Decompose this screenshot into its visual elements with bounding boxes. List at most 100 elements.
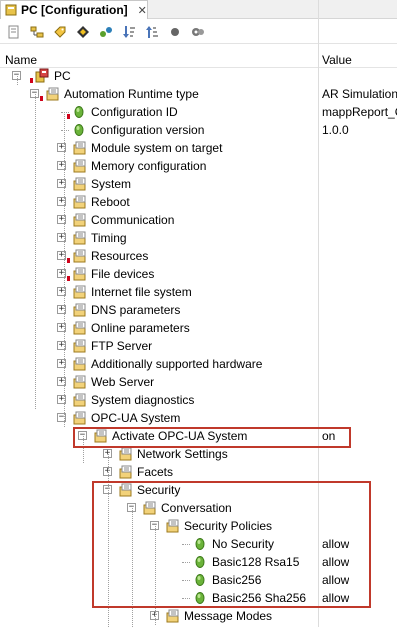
tree-row[interactable]: No Security allow [0, 535, 397, 553]
folder-icon [73, 213, 86, 227]
properties-icon[interactable] [73, 22, 92, 41]
tree-row[interactable]: − Automation Runtime type AR Simulation [0, 85, 397, 103]
tree-row[interactable]: − Conversation [0, 499, 397, 517]
tab-pc-configuration[interactable]: PC [Configuration] ✕ [0, 0, 148, 19]
tree-row[interactable]: + Additionally supported hardware [0, 355, 397, 373]
tree-item-label: OPC-UA System [91, 411, 181, 425]
tree-guide-line [155, 526, 156, 625]
tree-row[interactable]: + Memory configuration [0, 157, 397, 175]
tag-icon[interactable] [50, 22, 69, 41]
tree-item-label: Automation Runtime type [64, 87, 199, 101]
gears-icon[interactable] [188, 22, 207, 41]
tree-item-label: File devices [91, 267, 155, 281]
tree-row[interactable]: + Web Server [0, 373, 397, 391]
column-header: Name Value [0, 50, 397, 68]
folder-icon [73, 285, 86, 299]
tree-guide-line [132, 508, 133, 627]
tree-item-label: Security [137, 483, 181, 497]
folder-icon [143, 501, 156, 515]
tree-item-label: DNS parameters [91, 303, 181, 317]
tree-row[interactable]: Basic128 Rsa15 allow [0, 553, 397, 571]
tree-row[interactable]: + DNS parameters [0, 301, 397, 319]
parameter-icon [74, 106, 84, 118]
tree-item-label: FTP Server [91, 339, 153, 353]
folder-icon [119, 465, 132, 479]
tree-item-label: Message Modes [184, 609, 273, 623]
tree-row[interactable]: + Communication [0, 211, 397, 229]
tree-item-value[interactable]: allow [322, 573, 349, 587]
column-value-header[interactable]: Value [322, 53, 352, 67]
tree-row[interactable]: + Facets [0, 463, 397, 481]
folder-icon [119, 483, 132, 497]
folder-icon [119, 447, 132, 461]
folder-icon [73, 393, 86, 407]
tree-item-value[interactable]: allow [322, 537, 349, 551]
tree-item-label: System diagnostics [91, 393, 195, 407]
tree-row[interactable]: Configuration ID mappReport_Co [0, 103, 397, 121]
folder-icon [73, 195, 86, 209]
tree-row[interactable]: − PC [0, 67, 397, 85]
tree-item-label: Basic256 Sha256 [212, 591, 307, 605]
tree-row[interactable]: + Reboot [0, 193, 397, 211]
sort-down-icon[interactable] [119, 22, 138, 41]
tree-item-value[interactable]: 1.0.0 [322, 123, 349, 137]
tree-row[interactable]: + Online parameters [0, 319, 397, 337]
tree-guide-line [108, 454, 109, 627]
tree-item-label: Web Server [91, 375, 155, 389]
tree-row[interactable]: Basic256 allow [0, 571, 397, 589]
tree-item-value[interactable]: allow [322, 555, 349, 569]
folder-icon [166, 609, 179, 623]
tree-row[interactable]: + File devices [0, 265, 397, 283]
tree-connector [182, 598, 190, 599]
tree-connector [61, 130, 69, 131]
folder-icon [73, 177, 86, 191]
tree-item-value[interactable]: AR Simulation [322, 87, 397, 101]
tree-item-label: Resources [91, 249, 149, 263]
tree-row[interactable]: + Message Modes [0, 607, 397, 625]
tree-guide-line [83, 436, 84, 463]
tree-row[interactable]: Configuration version 1.0.0 [0, 121, 397, 139]
error-indicator [67, 258, 70, 263]
tree-row[interactable]: − Security Policies [0, 517, 397, 535]
tree-item-label: Module system on target [91, 141, 223, 155]
tree-item-label: Communication [91, 213, 175, 227]
tree-row[interactable]: + Internet file system [0, 283, 397, 301]
folder-icon [73, 141, 86, 155]
parameter-icon [195, 556, 205, 568]
tree-row[interactable]: − Security [0, 481, 397, 499]
tree-row[interactable]: + FTP Server [0, 337, 397, 355]
tree-row[interactable]: + Timing [0, 229, 397, 247]
error-indicator [67, 114, 70, 119]
folder-icon [73, 249, 86, 263]
tree-row[interactable]: − OPC-UA System [0, 409, 397, 427]
tree-item-label: Configuration ID [91, 105, 178, 119]
tree-item-label: Network Settings [137, 447, 228, 461]
folder-icon [73, 357, 86, 371]
tree-item-value[interactable]: allow [322, 591, 349, 605]
tree-row[interactable]: + Module system on target [0, 139, 397, 157]
connect-icon[interactable] [96, 22, 115, 41]
tree-item-label: Timing [91, 231, 127, 245]
folder-icon [46, 87, 59, 101]
tree-row[interactable]: + Resources [0, 247, 397, 265]
parameter-icon [74, 124, 84, 136]
column-name-header[interactable]: Name [5, 53, 37, 67]
tree-row[interactable]: + Network Settings [0, 445, 397, 463]
tree-row[interactable]: − Activate OPC-UA System on [0, 427, 397, 445]
folder-icon [73, 231, 86, 245]
tree-row[interactable]: + System diagnostics [0, 391, 397, 409]
parameter-icon [195, 538, 205, 550]
tree-item-value[interactable]: mappReport_Co [322, 105, 397, 119]
tree-row[interactable]: + System [0, 175, 397, 193]
tree-row[interactable]: Basic256 Sha256 allow [0, 589, 397, 607]
tree-item-label: PC [54, 69, 71, 83]
sort-up-icon[interactable] [142, 22, 161, 41]
circle-icon[interactable] [165, 22, 184, 41]
tab-title: PC [Configuration] [21, 3, 128, 17]
tree-icon[interactable] [27, 22, 46, 41]
tree-item-value[interactable]: on [322, 429, 335, 443]
close-icon[interactable]: ✕ [138, 4, 147, 17]
view-icon[interactable] [4, 22, 23, 41]
folder-icon [73, 411, 86, 425]
tree-item-label: System [91, 177, 132, 191]
